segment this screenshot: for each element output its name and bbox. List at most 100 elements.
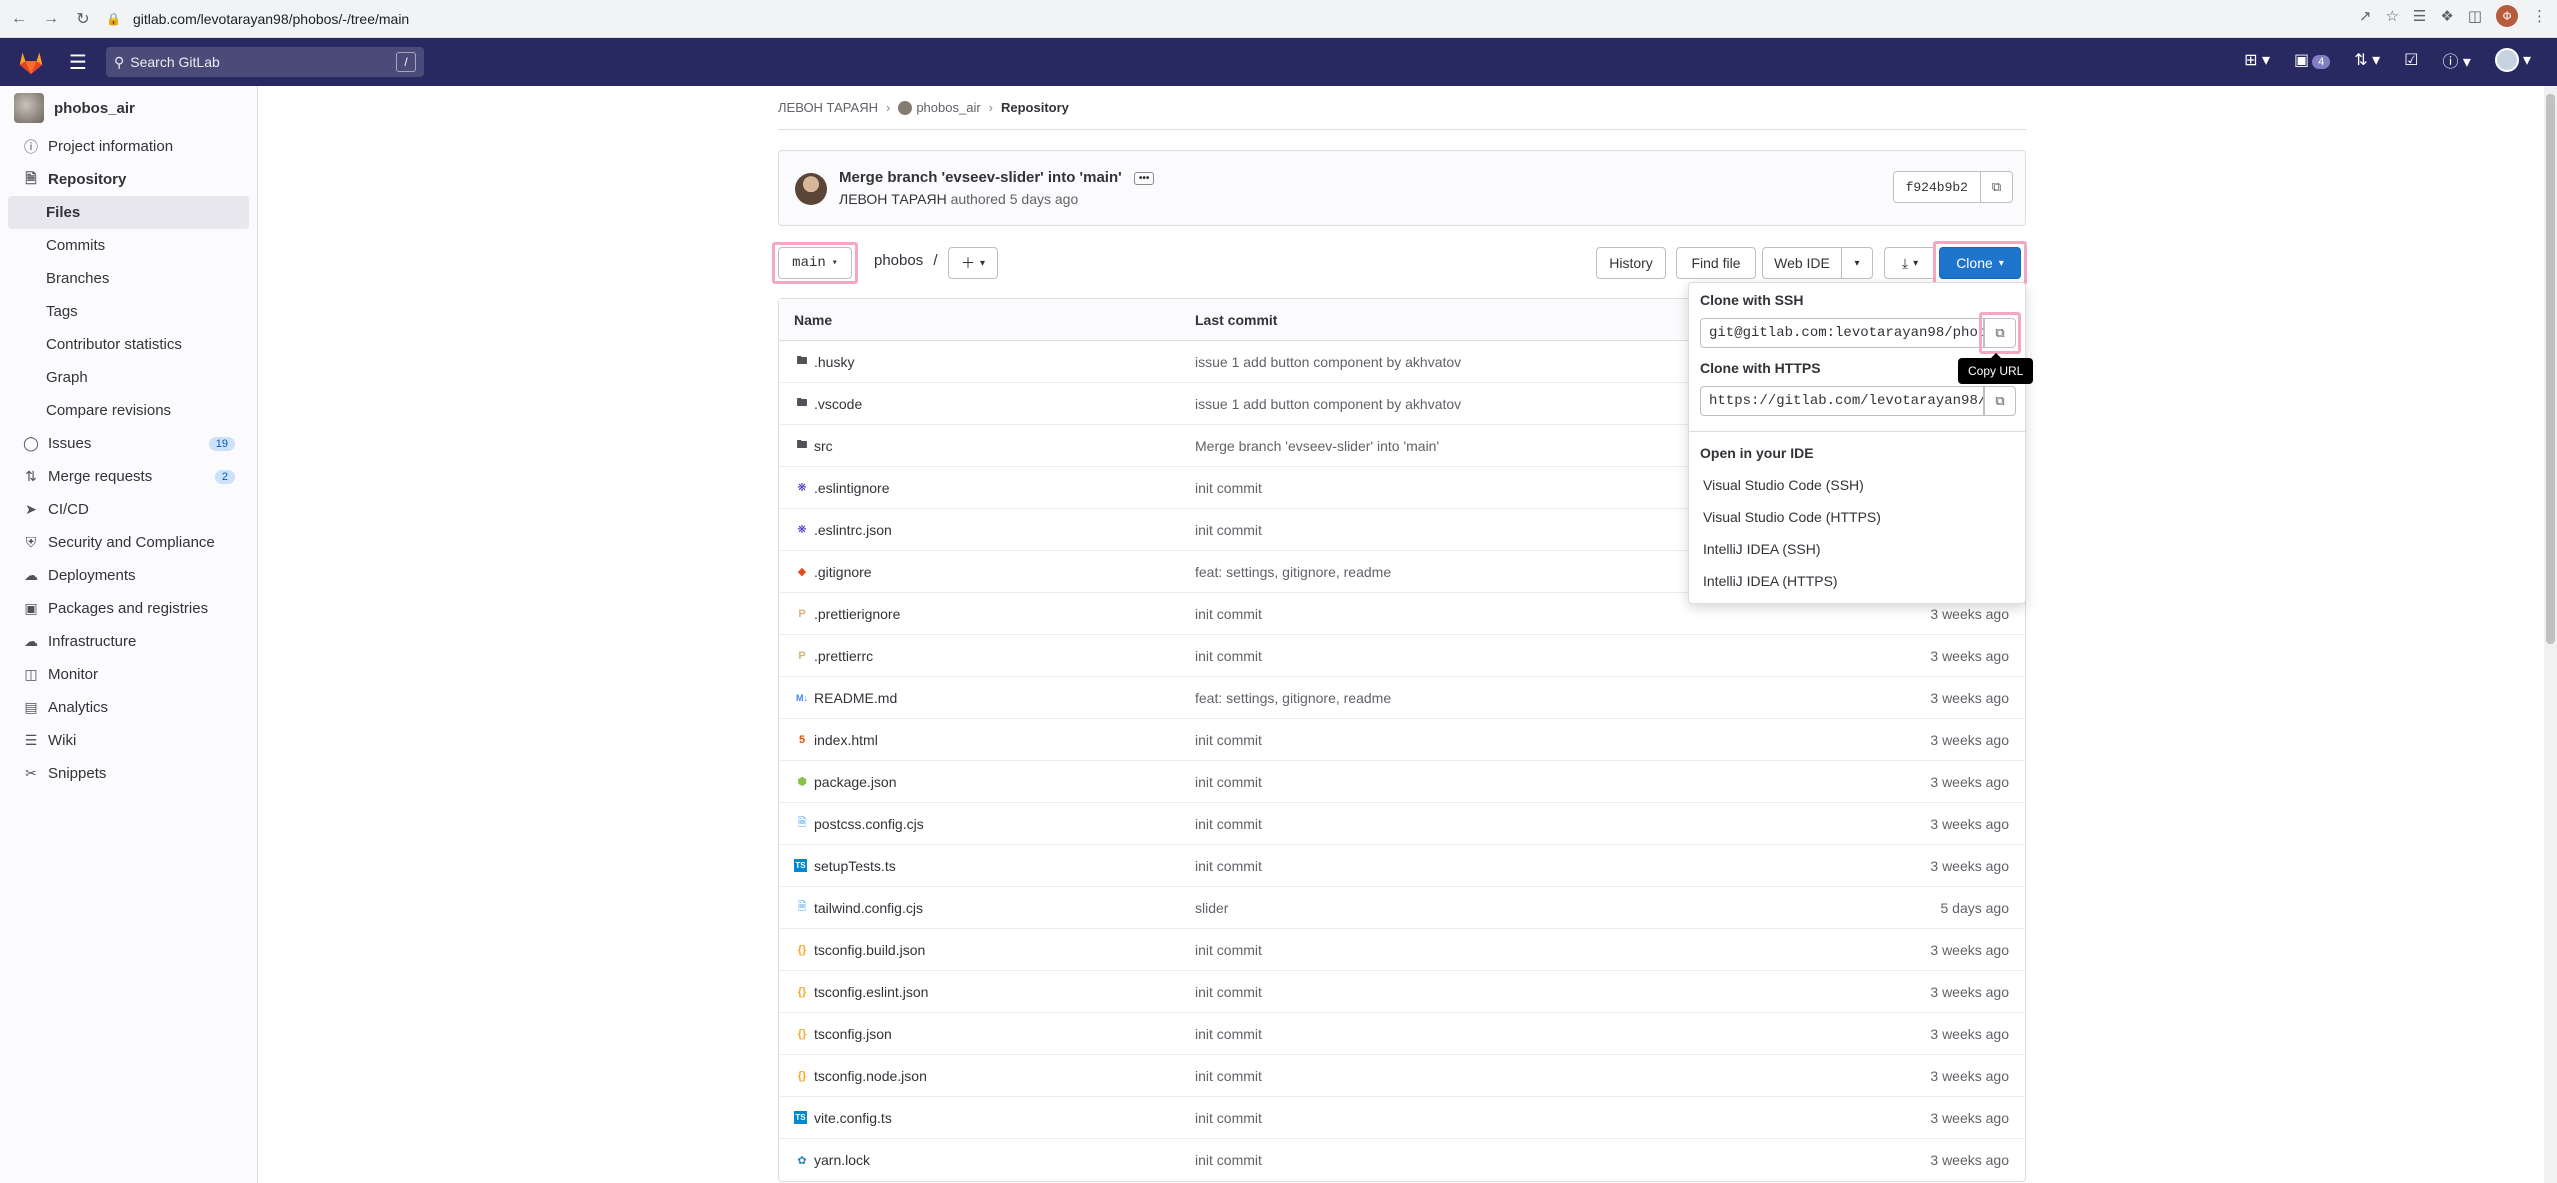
file-name-link[interactable]: tsconfig.build.json [814, 942, 925, 958]
commit-title-link[interactable]: Merge branch 'evseev-slider' into 'main' [839, 169, 1122, 186]
toggle-description-button[interactable]: ••• [1133, 171, 1155, 185]
open-intellij-https[interactable]: IntelliJ IDEA (HTTPS) [1703, 573, 1838, 589]
commit-message-link[interactable]: feat: settings, gitignore, readme [1195, 690, 1795, 706]
sidebar-item-merge-requests[interactable]: ⇅ Merge requests 2 [0, 460, 257, 493]
hamburger-menu-icon[interactable]: ☰ [64, 50, 92, 75]
table-row[interactable]: 🗎 postcss.config.cjs init commit 3 weeks ag… [779, 803, 2025, 845]
user-menu[interactable]: ▾ [2494, 48, 2531, 72]
open-intellij-ssh[interactable]: IntelliJ IDEA (SSH) [1703, 541, 1820, 557]
sidebar-item-deployments[interactable]: ☁ Deployments [0, 559, 257, 592]
commit-sha[interactable]: f924b9b2 [1892, 171, 1981, 203]
todo-icon[interactable]: ☑ [2404, 50, 2418, 70]
sidebar-item-repository[interactable]: 🗎 Repository [0, 163, 257, 196]
file-name-link[interactable]: tsconfig.json [814, 1026, 892, 1042]
author-avatar[interactable] [795, 173, 827, 205]
page-scrollbar[interactable] [2544, 86, 2557, 1183]
branch-selector[interactable]: main ▾ [778, 247, 852, 279]
reload-icon[interactable]: ↻ [70, 6, 96, 32]
add-to-tree-button[interactable]: ＋ ▾ [948, 247, 998, 279]
commit-message-link[interactable]: init commit [1195, 774, 1795, 790]
file-name-link[interactable]: .eslintignore [814, 480, 890, 496]
file-name-link[interactable]: .eslintrc.json [814, 522, 892, 538]
table-row[interactable]: {} tsconfig.eslint.json init commit 3 weeks… [779, 971, 2025, 1013]
sidebar-item-packages[interactable]: ▣ Packages and registries [0, 592, 257, 625]
puzzle-icon[interactable]: ❖ [2440, 7, 2453, 25]
file-name-link[interactable]: index.html [814, 732, 878, 748]
sidebar-item-cicd[interactable]: ➤ CI/CD [0, 493, 257, 526]
search-input[interactable]: ⚲ Search GitLab / [106, 47, 424, 77]
sidebar-item-analytics[interactable]: ▤ Analytics [0, 691, 257, 724]
breadcrumb-current[interactable]: Repository [1001, 100, 1069, 115]
file-name-link[interactable]: package.json [814, 774, 897, 790]
file-name-link[interactable]: postcss.config.cjs [814, 816, 924, 832]
path-root[interactable]: phobos [874, 252, 923, 269]
project-header[interactable]: phobos_air [0, 86, 257, 130]
table-row[interactable]: {} tsconfig.json init commit 3 weeks ago [779, 1013, 2025, 1055]
table-row[interactable]: 5 index.html init commit 3 weeks ago [779, 719, 2025, 761]
file-name-link[interactable]: .husky [814, 354, 854, 370]
file-name-link[interactable]: vite.config.ts [814, 1110, 892, 1126]
file-name-link[interactable]: README.md [814, 690, 897, 706]
table-row[interactable]: ✿ yarn.lock init commit 3 weeks ago [779, 1139, 2025, 1181]
profile-avatar[interactable]: Ф [2496, 5, 2518, 27]
file-name-link[interactable]: .vscode [814, 396, 862, 412]
open-vscode-ssh[interactable]: Visual Studio Code (SSH) [1703, 477, 1864, 493]
file-name-link[interactable]: setupTests.ts [814, 858, 896, 874]
sidebar-item-security[interactable]: ⛨ Security and Compliance [0, 526, 257, 559]
menu-dots-icon[interactable]: ⋮ [2532, 7, 2547, 25]
copy-https-url-button[interactable]: ⧉ [1984, 386, 2016, 416]
commit-message-link[interactable]: init commit [1195, 606, 1795, 622]
ssh-url-input[interactable]: git@gitlab.com:levotarayan98/phobos.git [1700, 318, 1984, 348]
open-vscode-https[interactable]: Visual Studio Code (HTTPS) [1703, 509, 1881, 525]
table-row[interactable]: ⬢ package.json init commit 3 weeks ago [779, 761, 2025, 803]
commit-message-link[interactable]: init commit [1195, 942, 1795, 958]
back-icon[interactable]: ← [6, 6, 32, 32]
table-row[interactable]: {} tsconfig.node.json init commit 3 weeks a… [779, 1055, 2025, 1097]
history-button[interactable]: History [1596, 247, 1666, 279]
commit-message-link[interactable]: init commit [1195, 648, 1795, 664]
table-row[interactable]: 🗎 tailwind.config.cjs slider 5 days ago [779, 887, 2025, 929]
gitlab-logo-icon[interactable] [16, 47, 46, 77]
sidebar-item-wiki[interactable]: ☰ Wiki [0, 724, 257, 757]
file-name-link[interactable]: .gitignore [814, 564, 872, 580]
download-button[interactable]: ⤓ ▾ [1884, 247, 1936, 279]
table-row[interactable]: TS setupTests.ts init commit 3 weeks ago [779, 845, 2025, 887]
file-name-link[interactable]: .prettierignore [814, 606, 900, 622]
file-name-link[interactable]: .prettierrc [814, 648, 873, 664]
file-name-link[interactable]: tailwind.config.cjs [814, 900, 923, 916]
table-row[interactable]: TS vite.config.ts init commit 3 weeks ago [779, 1097, 2025, 1139]
scrollbar-thumb[interactable] [2546, 94, 2555, 644]
find-file-button[interactable]: Find file [1676, 247, 1756, 279]
commit-message-link[interactable]: init commit [1195, 1068, 1795, 1084]
sidebar-item-project-information[interactable]: ⓘ Project information [0, 130, 257, 163]
create-new-icon[interactable]: ⊞ ▾ [2244, 50, 2270, 70]
merge-request-icon[interactable]: ⇅ ▾ [2354, 50, 2380, 70]
commit-message-link[interactable]: init commit [1195, 1152, 1795, 1168]
file-name-link[interactable]: yarn.lock [814, 1152, 870, 1168]
sidebar-item-compare-revisions[interactable]: Compare revisions [0, 394, 257, 427]
file-name-link[interactable]: tsconfig.node.json [814, 1068, 927, 1084]
sidebar-item-snippets[interactable]: ✂ Snippets [0, 757, 257, 790]
commit-message-link[interactable]: init commit [1195, 1026, 1795, 1042]
help-icon[interactable]: ⓘ ▾ [2442, 48, 2470, 72]
star-icon[interactable]: ☆ [2385, 7, 2398, 25]
todo-mr-icon[interactable]: ▣ 4 [2294, 50, 2331, 70]
table-row[interactable]: P .prettierrc init commit 3 weeks ago [779, 635, 2025, 677]
sidebar-item-graph[interactable]: Graph [0, 361, 257, 394]
sidebar-item-tags[interactable]: Tags [0, 295, 257, 328]
commit-message-link[interactable]: init commit [1195, 858, 1795, 874]
sidebar-item-monitor[interactable]: ◫ Monitor [0, 658, 257, 691]
breadcrumb-project[interactable]: phobos_air [916, 100, 980, 115]
sidebar-icon[interactable]: ◫ [2468, 7, 2482, 25]
sidebar-item-issues[interactable]: ◯ Issues 19 [0, 427, 257, 460]
extension-icon[interactable]: ☰ [2413, 7, 2426, 25]
file-name-link[interactable]: src [814, 438, 833, 454]
table-row[interactable]: M↓ README.md feat: settings, gitignore, re… [779, 677, 2025, 719]
sidebar-item-contributor-statistics[interactable]: Contributor statistics [0, 328, 257, 361]
commit-message-link[interactable]: init commit [1195, 732, 1795, 748]
commit-message-link[interactable]: init commit [1195, 816, 1795, 832]
sidebar-item-files[interactable]: Files [8, 196, 249, 229]
commit-message-link[interactable]: init commit [1195, 1110, 1795, 1126]
commit-author[interactable]: ЛЕВОН ТАРАЯН [839, 191, 947, 207]
address-bar[interactable]: 🔒 gitlab.com/levotarayan98/phobos/-/tree… [106, 5, 409, 33]
